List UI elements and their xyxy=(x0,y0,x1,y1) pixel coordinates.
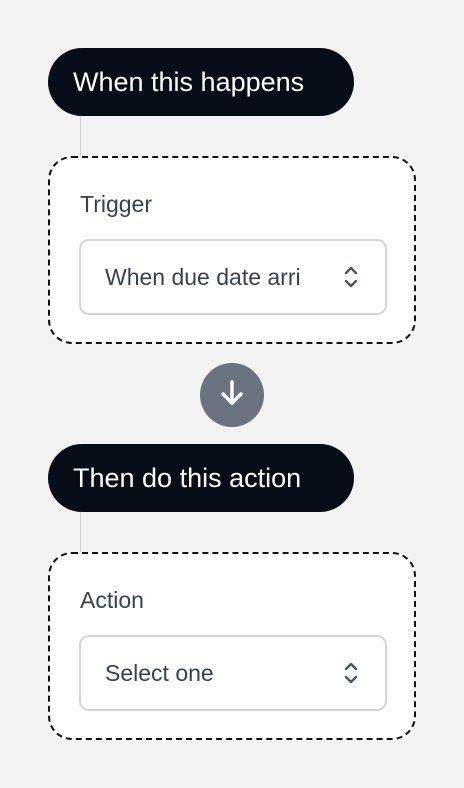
trigger-heading-pill: When this happens xyxy=(48,48,354,116)
action-heading-pill: Then do this action xyxy=(48,444,354,512)
chevron-up-down-icon xyxy=(343,263,359,291)
action-label: Action xyxy=(80,587,144,613)
chevron-up-down-icon xyxy=(343,659,359,687)
trigger-connector-line xyxy=(80,116,81,156)
trigger-select[interactable]: When due date arri xyxy=(79,239,387,315)
trigger-label: Trigger xyxy=(80,191,152,217)
trigger-select-value: When due date arri xyxy=(105,263,301,290)
action-select[interactable]: Select one xyxy=(79,635,387,711)
action-heading: Then do this action xyxy=(73,462,302,493)
arrow-down-icon xyxy=(216,377,248,414)
action-connector-line xyxy=(80,512,81,552)
trigger-card: Trigger When due date arri xyxy=(48,156,416,344)
action-select-value: Select one xyxy=(105,659,214,686)
flow-arrow-button xyxy=(200,363,264,427)
action-card: Action Select one xyxy=(48,552,416,740)
trigger-heading: When this happens xyxy=(73,66,305,97)
